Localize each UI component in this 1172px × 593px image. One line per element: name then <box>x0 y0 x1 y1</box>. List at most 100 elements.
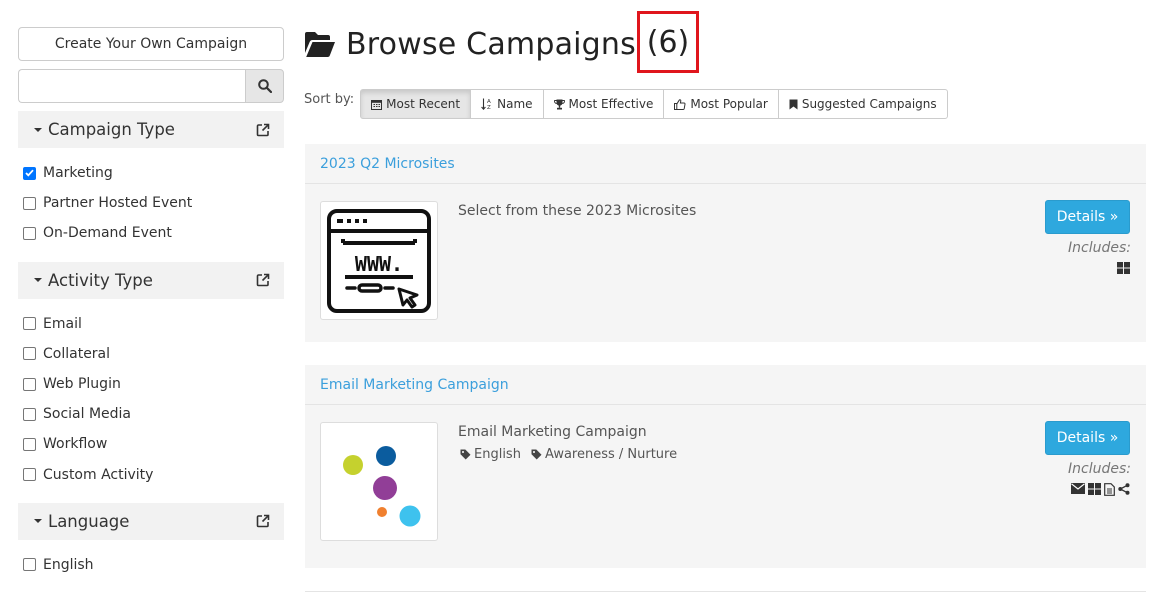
external-link-icon[interactable] <box>256 273 270 287</box>
sort-suggested-campaigns-button[interactable]: Suggested Campaigns <box>777 89 948 119</box>
tag-icon <box>531 449 542 460</box>
filter-header-language[interactable]: Language <box>18 502 284 540</box>
tag-label: English <box>474 447 521 462</box>
sort-most-popular-button[interactable]: Most Popular <box>663 89 779 119</box>
filter-option-label: Workflow <box>43 436 108 453</box>
filter-option-partner-hosted-event[interactable]: Partner Hosted Event <box>23 188 284 218</box>
filter-option-label: Collateral <box>43 345 111 362</box>
filter-title: Language <box>48 511 130 531</box>
filter-option-label: Email <box>43 315 82 332</box>
filter-option-label: Web Plugin <box>43 376 121 393</box>
filter-option-custom-activity[interactable]: Custom Activity <box>23 460 284 490</box>
create-campaign-button[interactable]: Create Your Own Campaign <box>18 27 284 61</box>
filter-title: Campaign Type <box>48 120 175 139</box>
filter-list-activity-type: Email Collateral Web Plugin Social Media… <box>18 299 284 496</box>
filter-option-label: On-Demand Event <box>43 225 172 242</box>
campaign-thumbnail[interactable] <box>320 422 438 541</box>
calendar-icon <box>371 99 383 110</box>
caret-down-icon <box>34 127 42 132</box>
includes-icons <box>1071 483 1130 496</box>
checkbox[interactable] <box>23 558 36 572</box>
document-icon <box>1104 483 1115 496</box>
filter-header-campaign-type[interactable]: Campaign Type <box>18 111 284 148</box>
sort-option-label: Suggested Campaigns <box>801 97 937 111</box>
filter-option-on-demand-event[interactable]: On-Demand Event <box>23 218 284 248</box>
campaign-thumbnail[interactable]: WWW. <box>320 201 438 320</box>
tag-icon <box>460 449 471 460</box>
sort-most-recent-button[interactable]: Most Recent <box>360 89 472 119</box>
filter-option-label: Partner Hosted Event <box>43 195 193 212</box>
campaign-card: 2023 Q2 Microsites WWW. Select from thes… <box>305 144 1146 342</box>
filter-option-label: Custom Activity <box>43 466 154 483</box>
envelope-icon <box>1071 483 1085 494</box>
details-button[interactable]: Details » <box>1045 200 1130 234</box>
page-title: Browse Campaigns <box>346 26 636 62</box>
filter-list-campaign-type: Marketing Partner Hosted Event On-Demand… <box>18 148 284 255</box>
sort-label: Sort by: <box>304 92 355 107</box>
filter-header-activity-type[interactable]: Activity Type <box>18 261 284 299</box>
grid-icon <box>1117 262 1130 274</box>
campaign-title-link[interactable]: 2023 Q2 Microsites <box>320 156 455 172</box>
filter-option-web-plugin[interactable]: Web Plugin <box>23 369 284 399</box>
checkbox[interactable] <box>23 377 36 391</box>
details-button[interactable]: Details » <box>1045 421 1130 455</box>
filter-option-collateral[interactable]: Collateral <box>23 339 284 369</box>
sort-name-button[interactable]: A Z Name <box>470 89 544 119</box>
checkbox[interactable] <box>23 317 36 331</box>
sort-most-effective-button[interactable]: Most Effective <box>542 89 665 119</box>
filter-option-label: English <box>43 556 94 573</box>
trophy-icon <box>553 99 565 109</box>
bookmark-icon <box>789 99 798 109</box>
caret-down-icon <box>34 278 42 283</box>
filter-option-marketing[interactable]: Marketing <box>23 158 284 188</box>
filter-option-label: Marketing <box>43 165 113 182</box>
campaign-card-header: 2023 Q2 Microsites <box>305 144 1146 184</box>
sort-option-label: Name <box>497 97 533 111</box>
checkbox[interactable] <box>23 196 36 210</box>
svg-text:WWW.: WWW. <box>355 252 403 276</box>
includes-label: Includes: <box>1068 461 1131 477</box>
grid-icon <box>1088 483 1101 495</box>
colored-dots-logo <box>343 445 421 526</box>
campaign-card-header: Email Marketing Campaign <box>305 365 1146 405</box>
search-bar <box>18 69 284 103</box>
checkbox[interactable] <box>23 226 36 240</box>
tag-item: English <box>460 447 521 462</box>
campaign-card-body: WWW. Select from these 2023 Microsites D… <box>305 184 1146 342</box>
campaign-count-highlight: (6) <box>637 11 699 73</box>
website-www-icon: WWW. <box>327 208 431 313</box>
caret-down-icon <box>34 519 42 524</box>
checkbox[interactable] <box>23 437 36 451</box>
includes-icons <box>1117 262 1130 274</box>
includes-label: Includes: <box>1068 240 1131 256</box>
folder-open-icon <box>305 32 335 57</box>
filter-option-label: Social Media <box>43 406 132 423</box>
tag-item: Awareness / Nurture <box>531 447 677 462</box>
sort-option-label: Most Popular <box>690 97 768 111</box>
campaign-count: (6) <box>646 24 690 60</box>
filter-option-english[interactable]: English <box>23 550 284 580</box>
campaign-description: Email Marketing Campaign <box>458 424 647 440</box>
filter-option-email[interactable]: Email <box>23 309 284 339</box>
external-link-icon[interactable] <box>256 514 270 528</box>
sort-alpha-icon: A Z <box>481 98 491 110</box>
share-icon <box>1118 483 1130 495</box>
campaign-card-body: Email Marketing Campaign English Awarene… <box>305 405 1146 568</box>
checkbox[interactable] <box>23 347 36 361</box>
filter-option-social-media[interactable]: Social Media <box>23 399 284 429</box>
filter-list-language: English <box>18 540 284 586</box>
campaign-tags: English Awareness / Nurture <box>460 447 687 462</box>
filter-option-workflow[interactable]: Workflow <box>23 429 284 459</box>
external-link-icon[interactable] <box>256 123 270 137</box>
campaign-card: Email Marketing Campaign Email Marketing… <box>305 365 1146 568</box>
sort-bar: Sort by: Most Recent A Z Name Most Effec… <box>304 89 948 119</box>
checkbox[interactable] <box>23 407 36 421</box>
filter-title: Activity Type <box>48 270 153 290</box>
sort-button-group: Most Recent A Z Name Most Effective Most… <box>360 89 948 119</box>
search-button[interactable] <box>245 69 284 103</box>
thumbs-up-icon <box>674 98 686 110</box>
checkbox[interactable] <box>23 468 36 482</box>
search-input[interactable] <box>18 69 245 103</box>
campaign-title-link[interactable]: Email Marketing Campaign <box>320 377 509 393</box>
checkbox-checked[interactable] <box>23 166 36 180</box>
